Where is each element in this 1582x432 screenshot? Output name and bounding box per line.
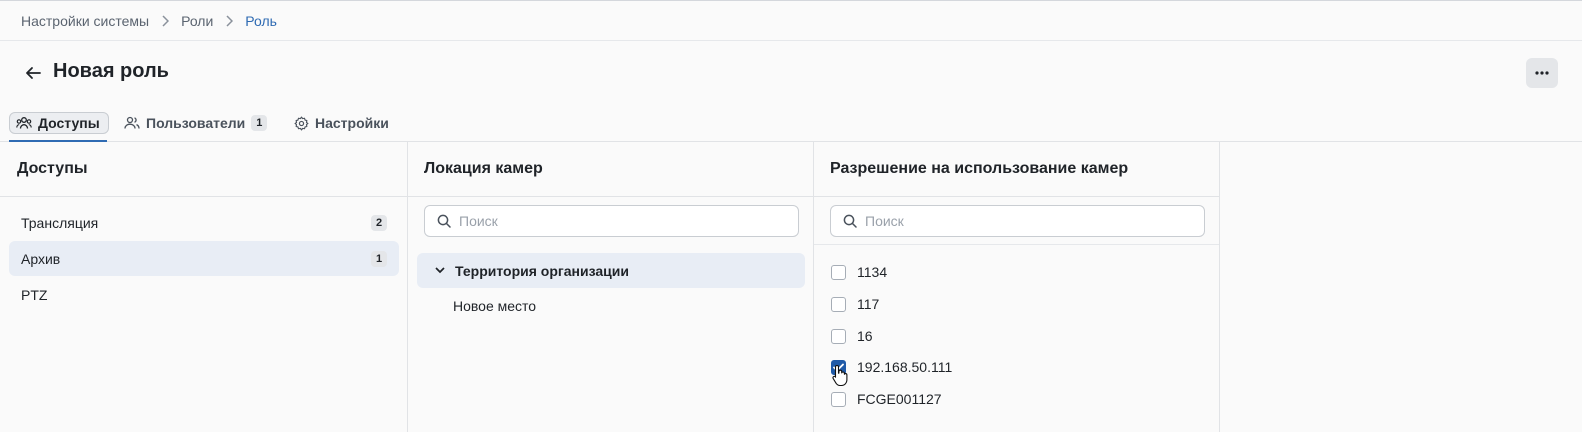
gear-icon — [294, 116, 309, 130]
access-panel: Доступы Трансляция 2 Архив 1 PTZ — [0, 142, 407, 432]
location-search-box — [424, 205, 799, 237]
access-item-broadcast[interactable]: Трансляция 2 — [9, 205, 399, 240]
camera-row[interactable]: FCGE001127 — [831, 387, 942, 411]
camera-search-box — [830, 205, 1205, 237]
camera-checkbox[interactable] — [831, 391, 846, 407]
page-title: Новая роль — [53, 60, 169, 82]
camera-row[interactable]: 192.168.50.111 — [831, 355, 952, 379]
camera-permissions-title: Разрешение на использование камер — [814, 142, 1219, 197]
breadcrumb-system-settings[interactable]: Настройки системы — [21, 13, 149, 29]
access-item-count: 2 — [371, 214, 387, 231]
arrow-left-icon — [26, 67, 41, 79]
users-count-badge: 1 — [251, 115, 268, 131]
tab-access-label: Доступы — [38, 115, 100, 131]
tree-item-label: Территория организации — [455, 262, 629, 279]
access-panel-title: Доступы — [0, 142, 407, 197]
camera-checkbox[interactable] — [831, 296, 846, 312]
camera-row[interactable]: 16 — [831, 324, 873, 348]
tree-item-label: Новое место — [453, 297, 537, 314]
access-item-archive[interactable]: Архив 1 — [9, 241, 399, 276]
top-border — [0, 0, 1582, 1]
tab-users[interactable]: Пользователи 1 — [124, 104, 268, 142]
chevron-right-icon — [213, 15, 245, 27]
camera-label: 192.168.50.111 — [857, 359, 953, 375]
breadcrumb-roles[interactable]: Роли — [181, 13, 213, 29]
location-search-input[interactable] — [459, 213, 779, 229]
access-item-label: Трансляция — [21, 214, 99, 231]
more-button[interactable] — [1526, 58, 1558, 88]
chevron-down-icon[interactable] — [429, 267, 451, 274]
camera-row[interactable]: 117 — [831, 292, 879, 316]
tab-access[interactable]: Доступы — [9, 104, 109, 142]
camera-permissions-panel: Разрешение на использование камер 1134 1… — [813, 142, 1220, 432]
tree-item-organization-territory[interactable]: Территория организации — [417, 253, 805, 288]
camera-checkbox[interactable] — [831, 359, 846, 375]
breadcrumb-divider — [0, 40, 1582, 41]
search-divider — [814, 244, 1219, 245]
breadcrumb: Настройки системы Роли Роль — [21, 10, 277, 32]
camera-checkbox[interactable] — [831, 264, 846, 280]
camera-location-panel: Локация камер Территория организации Нов… — [407, 142, 814, 432]
breadcrumb-role: Роль — [245, 13, 277, 29]
camera-search-input[interactable] — [865, 213, 1185, 229]
tab-settings-label: Настройки — [315, 115, 389, 131]
tab-settings[interactable]: Настройки — [294, 104, 389, 142]
search-icon — [437, 214, 451, 228]
chevron-right-icon — [149, 15, 181, 27]
back-button[interactable] — [22, 62, 44, 84]
camera-label: 16 — [857, 328, 873, 344]
users-icon — [124, 116, 140, 129]
access-item-ptz[interactable]: PTZ — [9, 277, 399, 312]
tabs: Доступы Пользователи 1 Настройки — [0, 104, 1582, 142]
camera-label: 117 — [857, 296, 880, 312]
camera-label: FCGE001127 — [857, 391, 942, 407]
access-item-count: 1 — [371, 250, 387, 267]
more-horizontal-icon — [1535, 71, 1549, 75]
tab-users-label: Пользователи — [146, 115, 246, 131]
access-item-label: PTZ — [21, 286, 48, 303]
camera-row[interactable]: 1134 — [831, 260, 887, 284]
camera-location-title: Локация камер — [408, 142, 814, 197]
users-group-icon — [16, 117, 32, 129]
tree-item-new-place[interactable]: Новое место — [417, 288, 805, 323]
camera-label: 1134 — [857, 264, 888, 280]
checkmark-icon — [833, 363, 844, 371]
camera-checkbox[interactable] — [831, 328, 846, 344]
search-icon — [843, 214, 857, 228]
access-item-label: Архив — [21, 250, 61, 267]
